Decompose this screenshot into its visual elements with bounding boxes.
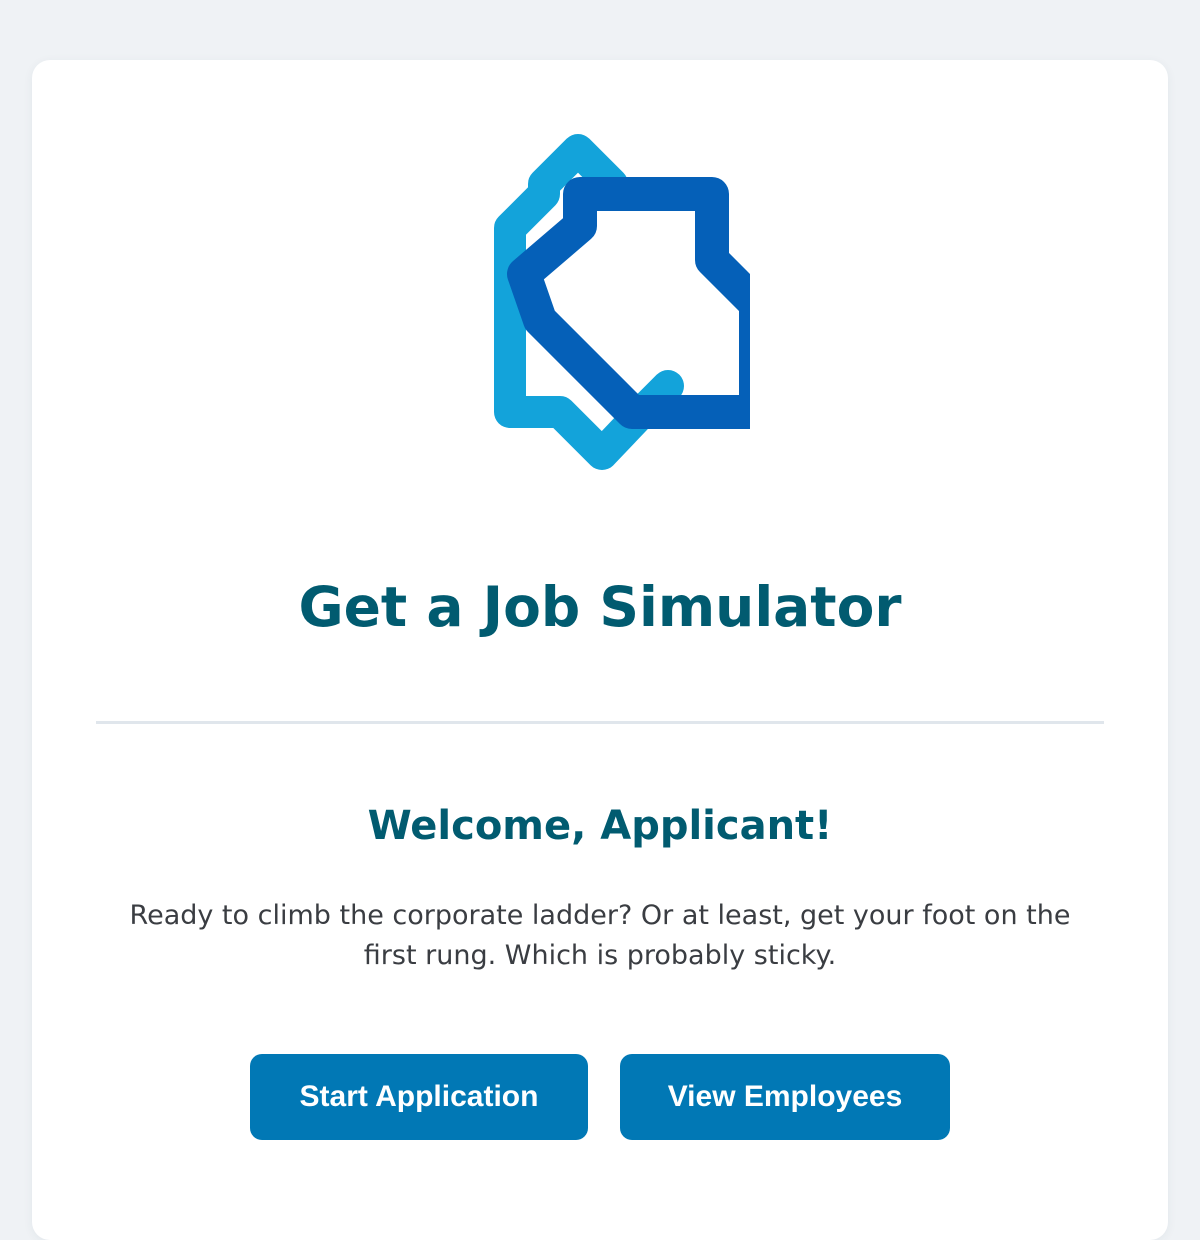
start-application-button[interactable]: Start Application bbox=[250, 1054, 588, 1140]
welcome-card: Get a Job Simulator Welcome, Applicant! … bbox=[32, 60, 1168, 1240]
welcome-description: Ready to climb the corporate ladder? Or … bbox=[129, 900, 1071, 971]
welcome-heading: Welcome, Applicant! bbox=[367, 803, 833, 849]
page-title: Get a Job Simulator bbox=[298, 575, 902, 639]
house-outline-logo-icon bbox=[494, 134, 750, 470]
section-divider bbox=[96, 721, 1104, 724]
view-employees-button[interactable]: View Employees bbox=[620, 1054, 950, 1140]
